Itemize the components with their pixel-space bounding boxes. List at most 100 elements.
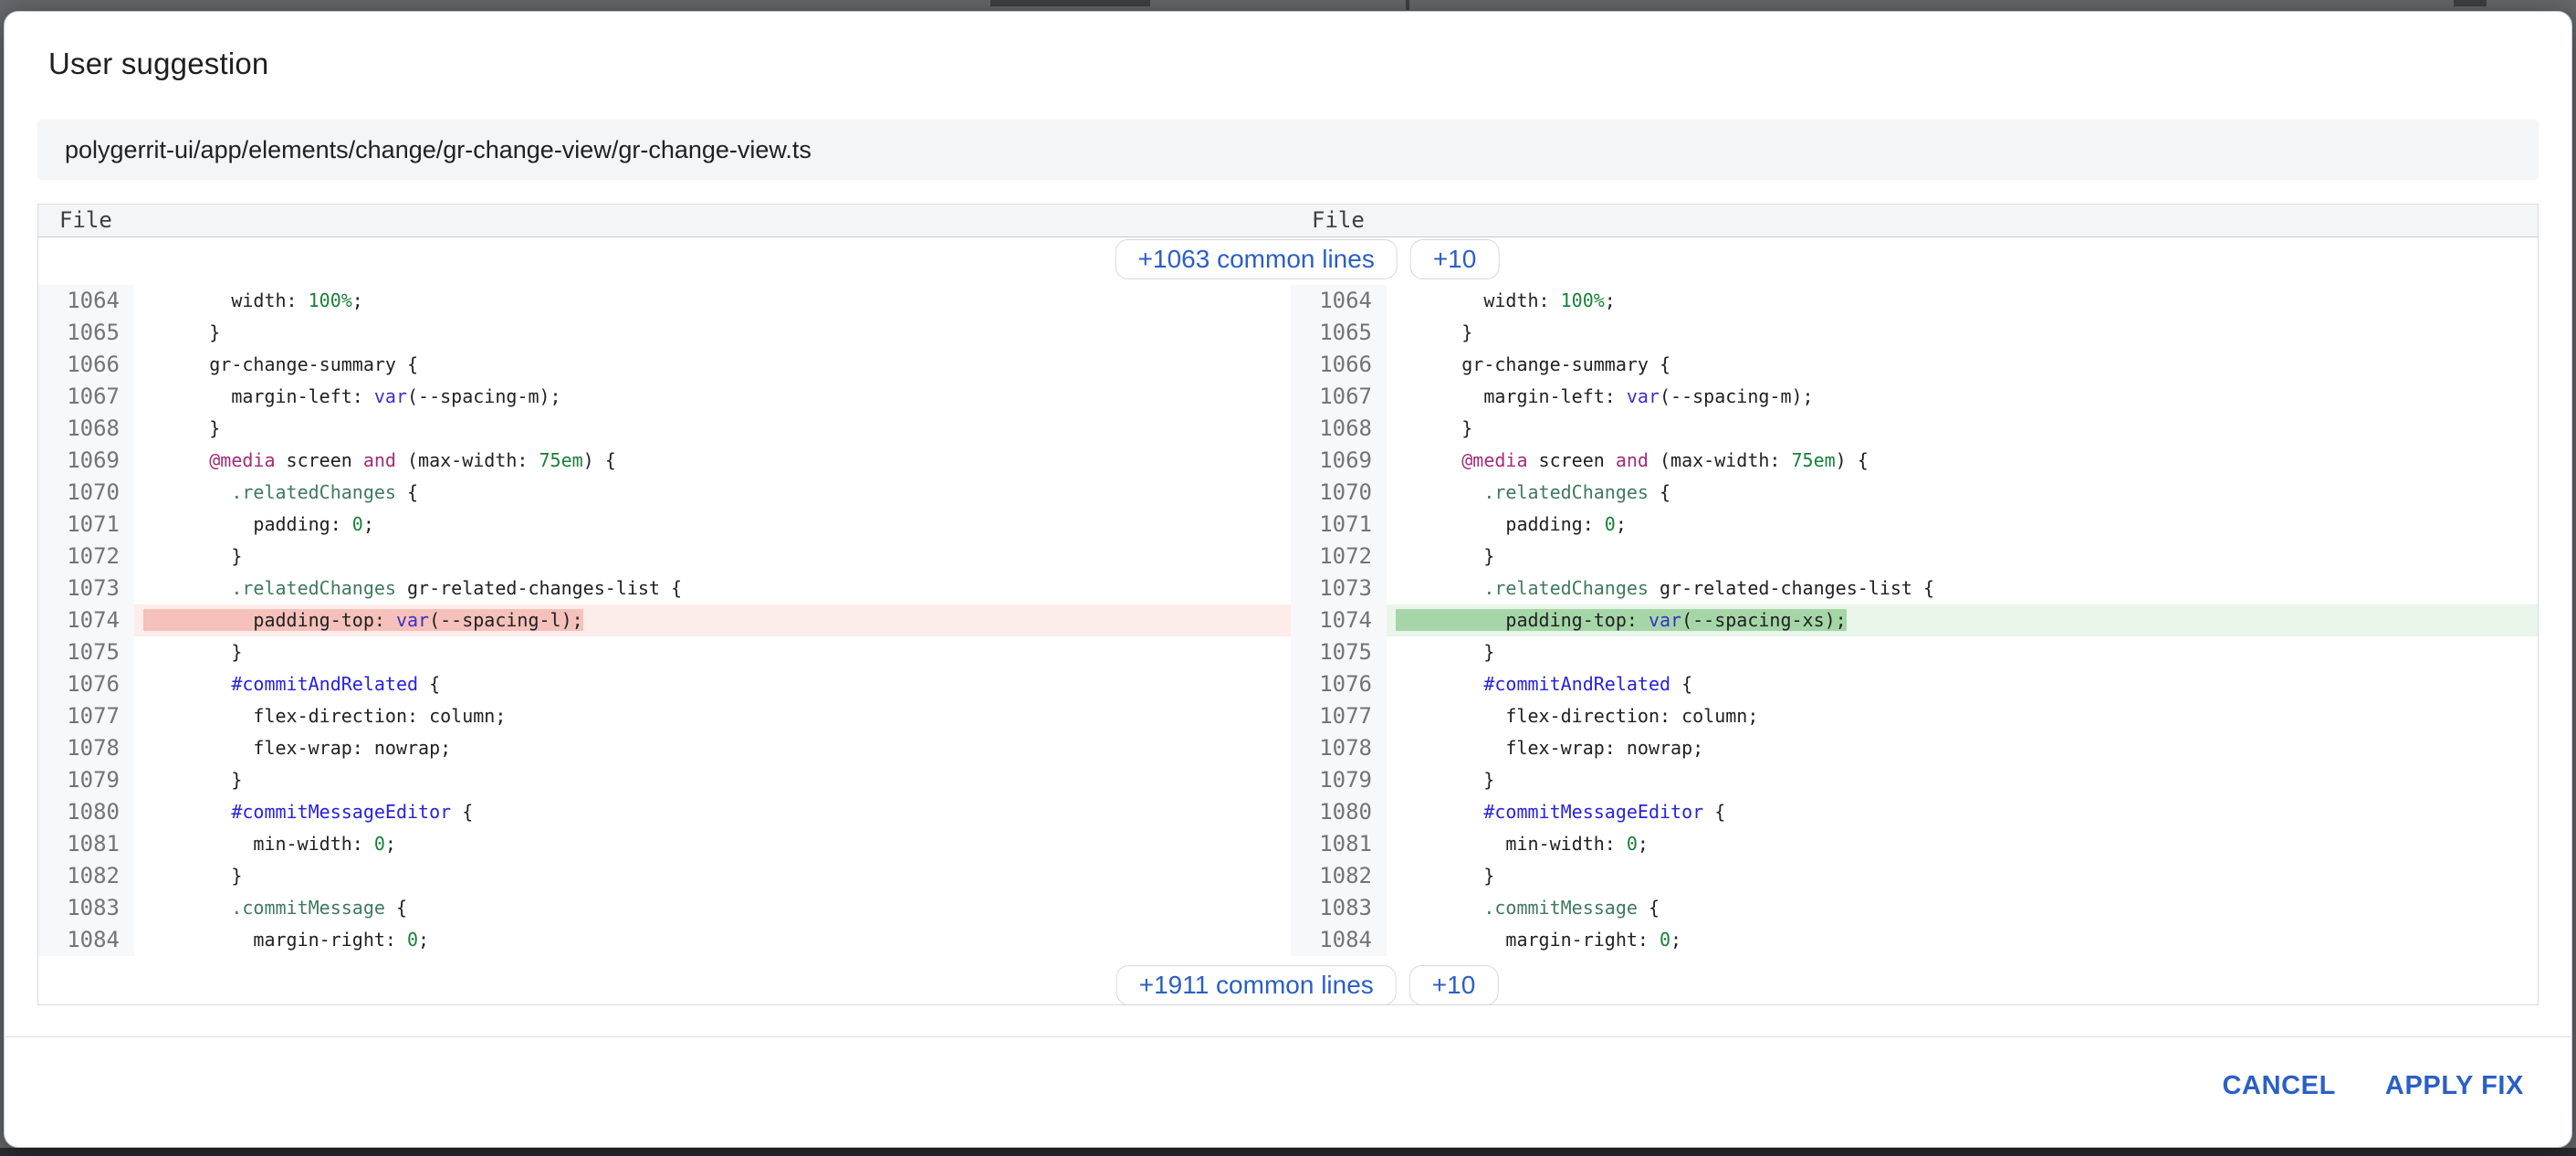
diff-header-row: File File xyxy=(38,205,2538,237)
diff-row: 1078 flex-wrap: nowrap;1078 flex-wrap: n… xyxy=(38,732,2538,764)
dialog-footer: CANCEL APPLY FIX xyxy=(2218,1062,2528,1110)
background-page-remnant xyxy=(2454,0,2487,6)
line-number-left[interactable]: 1072 xyxy=(38,541,134,573)
code-line: } xyxy=(134,317,1291,349)
code-line: .relatedChanges { xyxy=(134,477,1291,509)
line-number-right[interactable]: 1083 xyxy=(1291,892,1387,924)
diff-rows: 1064 width: 100%;1064 width: 100%;1065 }… xyxy=(38,285,2538,956)
line-number-left[interactable]: 1084 xyxy=(38,924,134,956)
line-number-left[interactable]: 1074 xyxy=(38,604,134,636)
line-number-right[interactable]: 1067 xyxy=(1291,381,1387,413)
code-line: margin-right: 0; xyxy=(134,924,1291,956)
diff-row: 1080 #commitMessageEditor {1080 #commitM… xyxy=(38,796,2538,828)
line-number-right[interactable]: 1084 xyxy=(1291,924,1387,956)
expand-row-top: +1063 common lines +10 xyxy=(38,237,2538,285)
line-number-left[interactable]: 1079 xyxy=(38,764,134,796)
code-line: padding: 0; xyxy=(1387,509,2538,541)
line-number-right[interactable]: 1081 xyxy=(1291,828,1387,860)
line-number-right[interactable]: 1076 xyxy=(1291,668,1387,700)
code-line: } xyxy=(134,636,1291,668)
code-line: #commitMessageEditor { xyxy=(1387,796,2538,828)
code-line: flex-direction: column; xyxy=(1387,700,2538,732)
line-number-right[interactable]: 1075 xyxy=(1291,636,1387,668)
line-number-right[interactable]: 1070 xyxy=(1291,477,1387,509)
code-line: } xyxy=(134,860,1291,892)
line-number-right[interactable]: 1064 xyxy=(1291,285,1387,317)
line-number-left[interactable]: 1078 xyxy=(38,732,134,764)
line-number-left[interactable]: 1082 xyxy=(38,860,134,892)
diff-row: 1069 @media screen and (max-width: 75em)… xyxy=(38,445,2538,477)
code-line: } xyxy=(1387,860,2538,892)
removed-code-line: padding-top: var(--spacing-l); xyxy=(134,604,1291,636)
expand-common-lines-button-top[interactable]: +1063 common lines xyxy=(1115,239,1398,279)
line-number-right[interactable]: 1068 xyxy=(1291,413,1387,445)
line-number-right[interactable]: 1073 xyxy=(1291,573,1387,604)
line-number-right[interactable]: 1066 xyxy=(1291,349,1387,381)
expand-common-lines-button-bottom[interactable]: +1911 common lines xyxy=(1116,965,1397,1005)
code-line: } xyxy=(1387,636,2538,668)
code-line: } xyxy=(134,541,1291,573)
line-number-right[interactable]: 1072 xyxy=(1291,541,1387,573)
code-line: } xyxy=(1387,541,2538,573)
code-line: } xyxy=(1387,317,2538,349)
line-number-left[interactable]: 1064 xyxy=(38,285,134,317)
diff-table: File File +1063 common lines +10 1064 wi… xyxy=(37,204,2539,1005)
code-line: .commitMessage { xyxy=(1387,892,2538,924)
diff-header-file-left: File xyxy=(59,207,112,233)
line-number-left[interactable]: 1066 xyxy=(38,349,134,381)
line-number-left[interactable]: 1076 xyxy=(38,668,134,700)
code-line: flex-direction: column; xyxy=(134,700,1291,732)
code-line: margin-right: 0; xyxy=(1387,924,2538,956)
line-number-right[interactable]: 1065 xyxy=(1291,317,1387,349)
line-number-right[interactable]: 1080 xyxy=(1291,796,1387,828)
line-number-right[interactable]: 1074 xyxy=(1291,604,1387,636)
expand-plus10-button-top[interactable]: +10 xyxy=(1410,239,1500,279)
background-page-remnant xyxy=(990,0,1150,6)
line-number-right[interactable]: 1071 xyxy=(1291,509,1387,541)
line-number-left[interactable]: 1067 xyxy=(38,381,134,413)
diff-row: 1083 .commitMessage {1083 .commitMessage… xyxy=(38,892,2538,924)
cancel-button[interactable]: CANCEL xyxy=(2218,1062,2339,1110)
code-line: flex-wrap: nowrap; xyxy=(1387,732,2538,764)
diff-row: 1064 width: 100%;1064 width: 100%; xyxy=(38,285,2538,317)
expand-row-bottom: +1911 common lines +10 xyxy=(38,956,2538,1006)
apply-fix-button[interactable]: APPLY FIX xyxy=(2382,1062,2528,1110)
added-code-line: padding-top: var(--spacing-xs); xyxy=(1387,604,2538,636)
diff-row: 1076 #commitAndRelated {1076 #commitAndR… xyxy=(38,668,2538,700)
line-number-right[interactable]: 1082 xyxy=(1291,860,1387,892)
diff-row: 1082 }1082 } xyxy=(38,860,2538,892)
code-line: #commitAndRelated { xyxy=(134,668,1291,700)
code-line: width: 100%; xyxy=(1387,285,2538,317)
footer-divider xyxy=(5,1036,2571,1037)
line-number-left[interactable]: 1077 xyxy=(38,700,134,732)
code-line: .relatedChanges { xyxy=(1387,477,2538,509)
code-line: .relatedChanges gr-related-changes-list … xyxy=(134,573,1291,604)
diff-row: 1066 gr-change-summary {1066 gr-change-s… xyxy=(38,349,2538,381)
line-number-right[interactable]: 1078 xyxy=(1291,732,1387,764)
line-number-left[interactable]: 1075 xyxy=(38,636,134,668)
line-number-right[interactable]: 1069 xyxy=(1291,445,1387,477)
code-line: padding: 0; xyxy=(134,509,1291,541)
line-number-left[interactable]: 1068 xyxy=(38,413,134,445)
line-number-left[interactable]: 1073 xyxy=(38,573,134,604)
line-number-right[interactable]: 1077 xyxy=(1291,700,1387,732)
user-suggestion-dialog: User suggestion polygerrit-ui/app/elemen… xyxy=(4,11,2572,1148)
line-number-left[interactable]: 1071 xyxy=(38,509,134,541)
diff-row: 1071 padding: 0;1071 padding: 0; xyxy=(38,509,2538,541)
background-page-remnant xyxy=(1406,0,1409,10)
file-path-bar: polygerrit-ui/app/elements/change/gr-cha… xyxy=(37,120,2539,180)
line-number-left[interactable]: 1083 xyxy=(38,892,134,924)
code-line: #commitMessageEditor { xyxy=(134,796,1291,828)
diff-row: 1075 }1075 } xyxy=(38,636,2538,668)
code-line: } xyxy=(1387,764,2538,796)
expand-plus10-button-bottom[interactable]: +10 xyxy=(1409,965,1499,1005)
line-number-right[interactable]: 1079 xyxy=(1291,764,1387,796)
line-number-left[interactable]: 1081 xyxy=(38,828,134,860)
line-number-left[interactable]: 1070 xyxy=(38,477,134,509)
diff-row: 1073 .relatedChanges gr-related-changes-… xyxy=(38,573,2538,604)
line-number-left[interactable]: 1065 xyxy=(38,317,134,349)
line-number-left[interactable]: 1069 xyxy=(38,445,134,477)
diff-row: 1068 }1068 } xyxy=(38,413,2538,445)
code-line: margin-left: var(--spacing-m); xyxy=(1387,381,2538,413)
line-number-left[interactable]: 1080 xyxy=(38,796,134,828)
